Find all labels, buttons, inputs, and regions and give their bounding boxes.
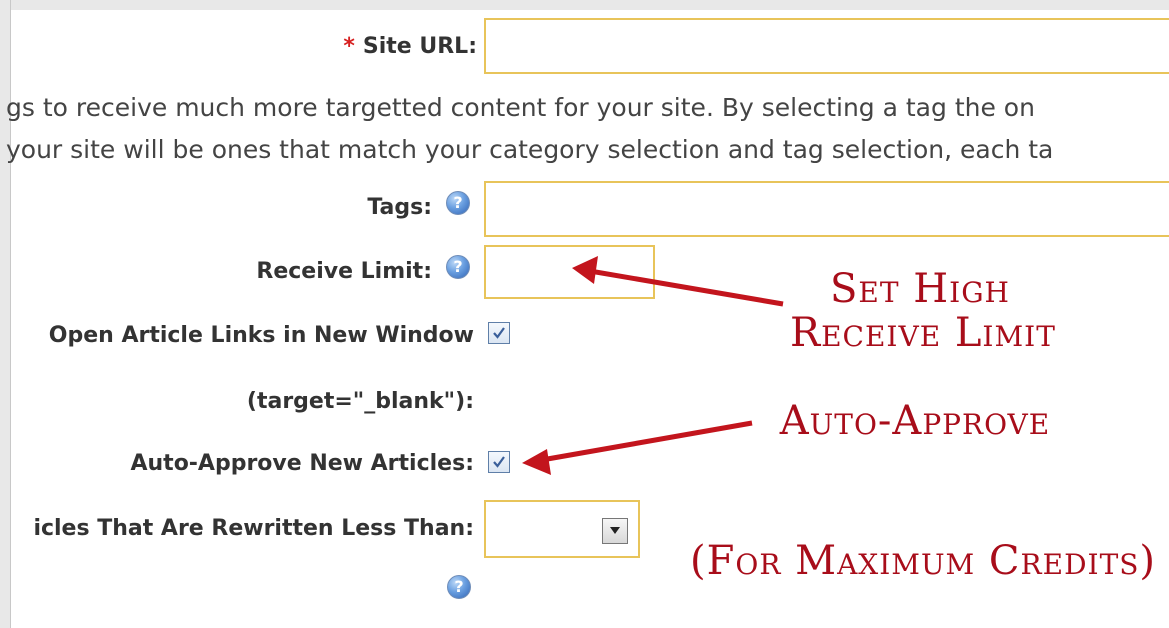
arrow-to-receive-limit-icon [572, 256, 784, 307]
arrow-to-auto-approve-icon [522, 420, 753, 475]
annotation-arrows [522, 256, 784, 475]
